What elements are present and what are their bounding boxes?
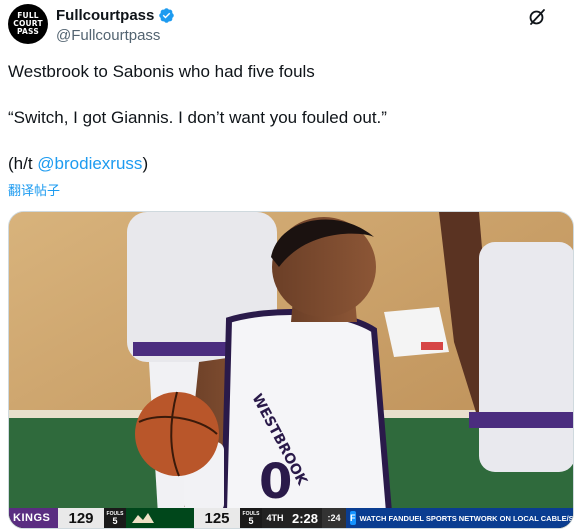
hat-tip-suffix: )	[142, 154, 149, 173]
tweet-line-1: Westbrook to Sabonis who had five fouls	[8, 62, 315, 81]
home-fouls-count: 5	[112, 515, 118, 526]
translate-post-link[interactable]: 翻译帖子	[8, 180, 60, 199]
away-score: 125	[194, 508, 240, 528]
shot-clock: :24	[322, 508, 346, 528]
game-clock: 2:28	[288, 508, 322, 528]
author-handle[interactable]: @Fullcourtpass	[56, 27, 175, 44]
away-team-logo	[126, 508, 194, 528]
fanduel-logo-icon: F	[350, 511, 356, 525]
game-period: 4TH	[262, 508, 288, 528]
network-banner-text: WATCH FANDUEL SPORTS NETWORK ON LOCAL CA…	[359, 513, 574, 523]
home-score: 129	[58, 508, 104, 528]
mention-link[interactable]: @brodiexruss	[37, 154, 142, 173]
tweet-line-3: (h/t @brodiexruss)	[8, 152, 568, 175]
verified-badge-icon[interactable]	[158, 7, 175, 24]
profile-avatar[interactable]: FULL COURT PASS	[8, 4, 48, 44]
jersey-number: 0	[259, 454, 292, 510]
basketball	[135, 392, 219, 476]
avatar-text-line-3: PASS	[17, 27, 39, 36]
away-fouls-count: 5	[248, 515, 254, 526]
network-banner: F WATCH FANDUEL SPORTS NETWORK ON LOCAL …	[346, 508, 574, 528]
scorebug: KINGS 129 FOULS 5 125 FOULS 5 4TH 2:28 :…	[9, 508, 574, 528]
grok-slash-icon	[529, 9, 545, 25]
video-frame: WESTBROOK 0	[9, 212, 573, 528]
author-info: Fullcourtpass @Fullcourtpass	[56, 5, 175, 44]
tweet-body: Westbrook to Sabonis who had five fouls …	[8, 60, 568, 175]
background-player-right-trim	[469, 412, 573, 428]
home-fouls: FOULS 5	[104, 508, 126, 528]
tweet-line-2: “Switch, I got Giannis. I don’t want you…	[8, 108, 387, 127]
sneaker-accent	[421, 342, 443, 350]
background-player-right-shorts	[479, 242, 573, 472]
grok-button[interactable]	[526, 6, 548, 28]
author-name[interactable]: Fullcourtpass	[56, 7, 154, 24]
hat-tip-prefix: (h/t	[8, 154, 38, 173]
video-media[interactable]: WESTBROOK 0 KINGS 129 FOULS 5 125 FOULS …	[8, 211, 574, 529]
home-team-name: KINGS	[9, 508, 58, 528]
deer-logo-icon	[132, 513, 154, 523]
background-player-left-trim	[133, 342, 233, 356]
away-fouls: FOULS 5	[240, 508, 262, 528]
